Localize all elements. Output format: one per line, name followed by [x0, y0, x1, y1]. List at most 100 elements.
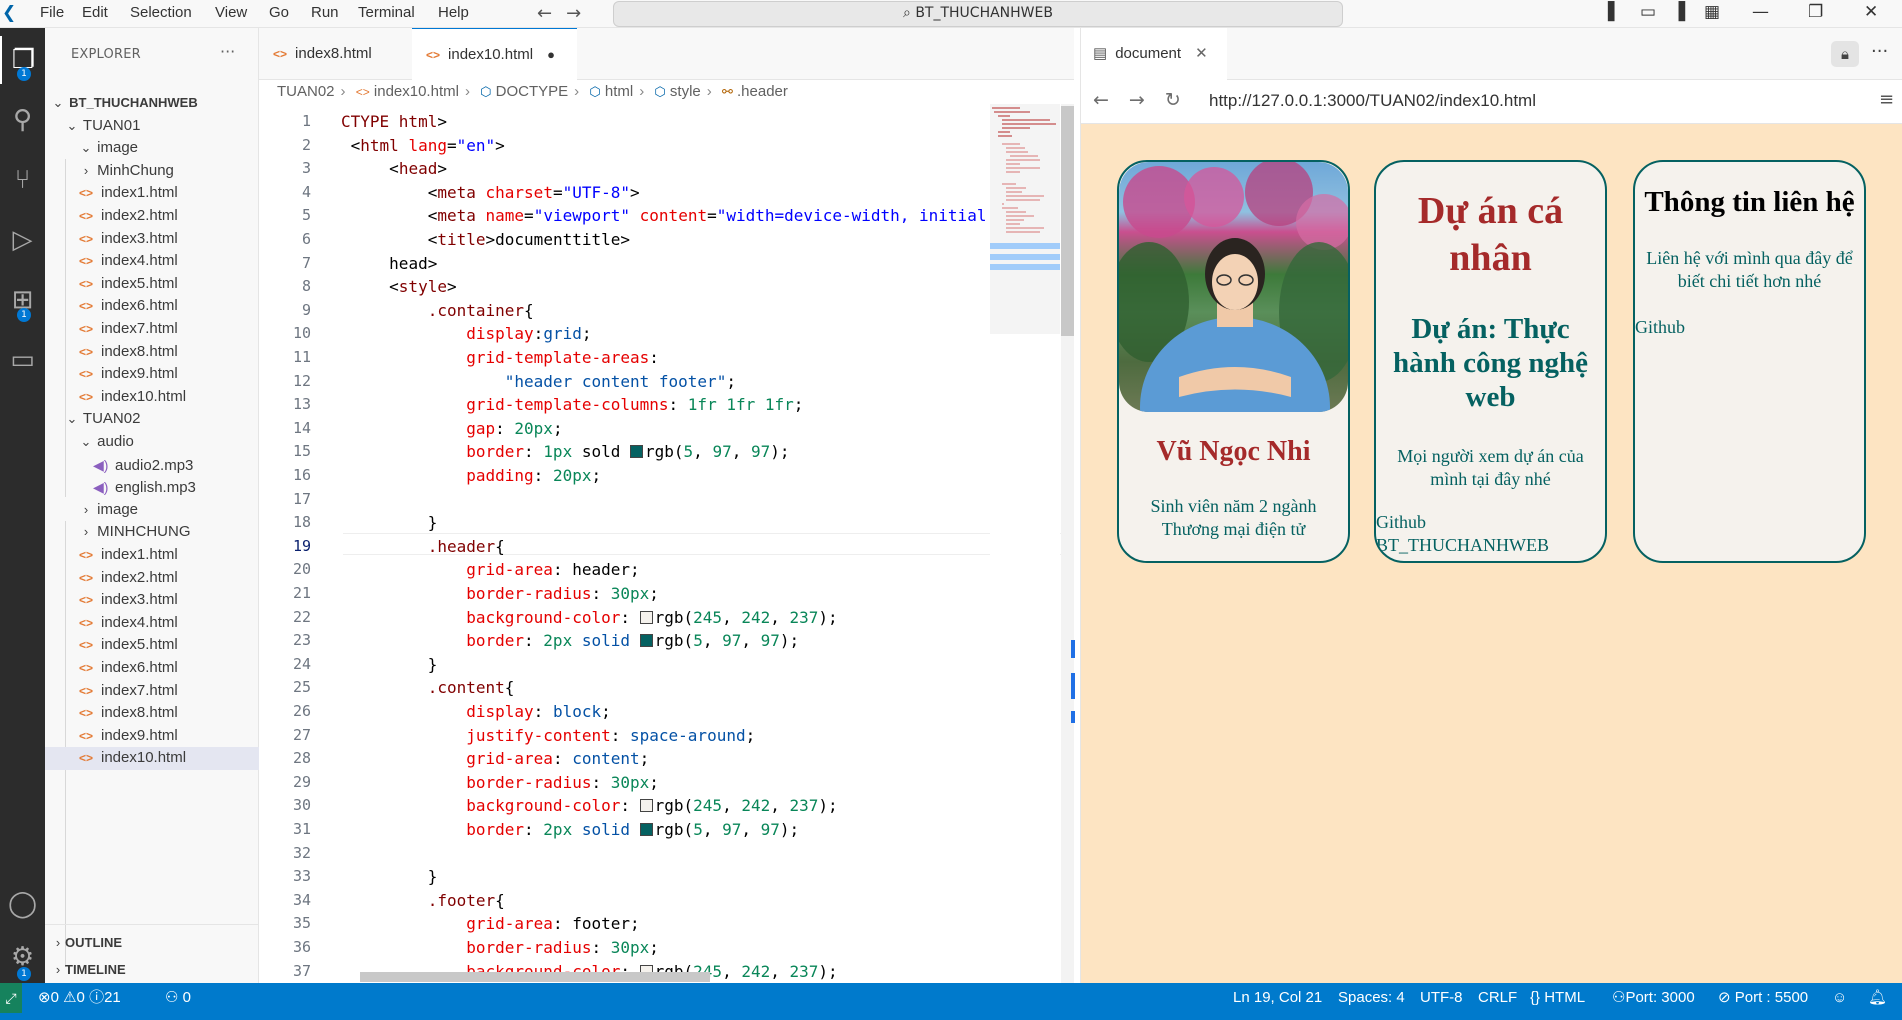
remote-explorer-icon[interactable]: ▭ — [0, 336, 45, 384]
cursor-position[interactable]: Ln 19, Col 21 — [1233, 983, 1322, 1013]
account-icon[interactable]: ◯ — [0, 880, 45, 928]
notifications-bell-icon[interactable]: 🔔︎ — [1868, 983, 1887, 1013]
breadcrumb-file[interactable]: index10.html — [374, 83, 459, 100]
nav-back-forward-icon[interactable]: ←→ — [537, 3, 595, 24]
menu-run[interactable]: Run — [311, 4, 339, 21]
close-window-icon[interactable]: ✕ — [1864, 2, 1878, 22]
repo-link[interactable]: BT_THUCHANHWEB — [1376, 535, 1549, 556]
tree-folder-tuan02[interactable]: ⌄ TUAN02 — [45, 408, 259, 431]
tree-file[interactable]: <> index1.html — [45, 182, 259, 205]
tree-file[interactable]: <> index10.html — [45, 386, 259, 409]
menu-icon[interactable]: ≡ — [1879, 89, 1894, 110]
tree-file[interactable]: <> index8.html — [45, 341, 259, 364]
unsaved-dot-icon[interactable]: ● — [547, 47, 555, 62]
tree-folder[interactable]: ⌄ image — [45, 137, 259, 160]
tree-file[interactable]: <> index3.html — [45, 228, 259, 251]
customize-layout-icon[interactable]: ▦ — [1704, 2, 1720, 22]
tree-folder[interactable]: › MINHCHUNG — [45, 521, 259, 544]
color-swatch[interactable] — [639, 823, 653, 836]
command-center-search[interactable]: ⌕ BT_THUCHANHWEB — [613, 1, 1343, 27]
tree-file[interactable]: <> index4.html — [45, 250, 259, 273]
browser-tab[interactable]: ▤ document ✕ — [1081, 28, 1227, 80]
tab-index8[interactable]: <> index8.html — [259, 28, 386, 80]
breadcrumb-html[interactable]: html — [605, 83, 633, 100]
tree-root-folder[interactable]: ⌄ BT_THUCHANHWEB — [45, 92, 259, 115]
more-actions-icon[interactable]: ··· — [1871, 41, 1888, 62]
lock-icon[interactable]: 🔒︎ — [1831, 41, 1859, 67]
tree-file[interactable]: <> index5.html — [45, 634, 259, 657]
toggle-sidebar-icon[interactable]: ▌ — [1608, 2, 1621, 22]
color-swatch[interactable] — [639, 610, 653, 624]
tree-file[interactable]: <> index7.html — [45, 680, 259, 703]
tab-index10[interactable]: <> index10.html ● — [412, 28, 577, 80]
tree-file[interactable]: <> index5.html — [45, 273, 259, 296]
source-control-icon[interactable]: ⑂ — [0, 156, 45, 204]
menu-view[interactable]: View — [215, 4, 247, 21]
scrollbar-thumb[interactable] — [1061, 106, 1074, 336]
tree-file[interactable]: <> index2.html — [45, 567, 259, 590]
maximize-icon[interactable]: ❐ — [1808, 2, 1823, 22]
breadcrumb-header[interactable]: .header — [737, 83, 788, 100]
outline-section[interactable]: › OUTLINE — [45, 929, 259, 956]
tree-file[interactable]: <> index7.html — [45, 318, 259, 341]
tree-folder-audio[interactable]: ⌄ audio — [45, 431, 259, 454]
code-editor[interactable]: 1 CTYPE html> 2 <html lang="en"> 3 <head> 4 … — [259, 104, 1074, 983]
tree-file[interactable]: <> index9.html — [45, 363, 259, 386]
menu-selection[interactable]: Selection — [130, 4, 192, 21]
github-link[interactable]: Github — [1376, 512, 1426, 533]
copilot-icon[interactable]: ☺ — [1832, 983, 1847, 1013]
line-ending[interactable]: CRLF — [1478, 983, 1517, 1013]
minimize-icon[interactable]: — — [1752, 2, 1769, 22]
tree-file[interactable]: <> index3.html — [45, 589, 259, 612]
reload-icon[interactable]: ↻ — [1165, 89, 1201, 111]
editor-vertical-scrollbar[interactable] — [1061, 104, 1074, 983]
live-server-port[interactable]: ⚇Port: 3000 — [1612, 983, 1695, 1013]
indentation[interactable]: Spaces: 4 — [1338, 983, 1405, 1013]
breadcrumb-doctype[interactable]: DOCTYPE — [496, 83, 569, 100]
tree-folder[interactable]: › MinhChung — [45, 160, 259, 183]
more-actions-icon[interactable]: ··· — [220, 42, 235, 61]
tree-file[interactable]: <> index6.html — [45, 657, 259, 680]
live-server-status[interactable]: ⊘ Port : 5500 — [1718, 983, 1808, 1013]
tree-file[interactable]: <> index4.html — [45, 612, 259, 635]
browser-nav-icons[interactable]: ←→↻ — [1093, 89, 1201, 111]
tree-file-audio[interactable]: ◀) audio2.mp3 — [45, 454, 259, 477]
menu-edit[interactable]: Edit — [82, 4, 108, 21]
url-input[interactable]: http://127.0.0.1:3000/TUAN02/index10.htm… — [1209, 91, 1536, 111]
toggle-secondary-sidebar-icon[interactable]: ▐ — [1672, 2, 1685, 22]
tree-file[interactable]: <> index1.html — [45, 544, 259, 567]
forward-icon[interactable]: → — [1129, 89, 1165, 111]
editor-horizontal-scrollbar[interactable] — [360, 972, 710, 982]
tree-file[interactable]: <> index10.html — [45, 747, 259, 770]
tree-file[interactable]: <> index2.html — [45, 205, 259, 228]
color-swatch[interactable] — [639, 634, 653, 648]
toggle-panel-icon[interactable]: ▭ — [1640, 2, 1656, 22]
menu-help[interactable]: Help — [438, 4, 469, 21]
color-swatch[interactable] — [630, 445, 643, 459]
search-icon[interactable]: ⚲ — [0, 96, 45, 144]
ports-indicator[interactable]: ⚇ 0 — [165, 983, 191, 1013]
tree-file-audio[interactable]: ◀) english.mp3 — [45, 476, 259, 499]
back-icon[interactable]: ← — [1093, 89, 1129, 111]
tree-file[interactable]: <> index9.html — [45, 725, 259, 748]
problems-indicator[interactable]: ⊗0 ⚠0 ⓘ21 — [38, 983, 121, 1013]
tree-folder[interactable]: › image — [45, 499, 259, 522]
browser-tab-title: document — [1115, 45, 1182, 62]
color-swatch[interactable] — [639, 799, 653, 813]
github-link[interactable]: Github — [1635, 317, 1685, 338]
timeline-section[interactable]: › TIMELINE — [45, 956, 259, 983]
close-tab-icon[interactable]: ✕ — [1195, 45, 1208, 62]
tree-folder-tuan01[interactable]: ⌄ TUAN01 — [45, 115, 259, 138]
minimap[interactable] — [990, 104, 1060, 983]
menu-terminal[interactable]: Terminal — [358, 4, 415, 21]
run-debug-icon[interactable]: ▷ — [0, 216, 45, 264]
language-mode[interactable]: {} HTML — [1530, 983, 1585, 1013]
menu-file[interactable]: File — [40, 4, 64, 21]
breadcrumb-folder[interactable]: TUAN02 — [277, 83, 335, 100]
breadcrumb-style[interactable]: style — [670, 83, 701, 100]
encoding[interactable]: UTF-8 — [1420, 983, 1463, 1013]
tree-file[interactable]: <> index8.html — [45, 702, 259, 725]
menu-go[interactable]: Go — [269, 4, 289, 21]
tree-file[interactable]: <> index6.html — [45, 295, 259, 318]
remote-indicator-icon[interactable]: ⤢ — [0, 983, 22, 1013]
